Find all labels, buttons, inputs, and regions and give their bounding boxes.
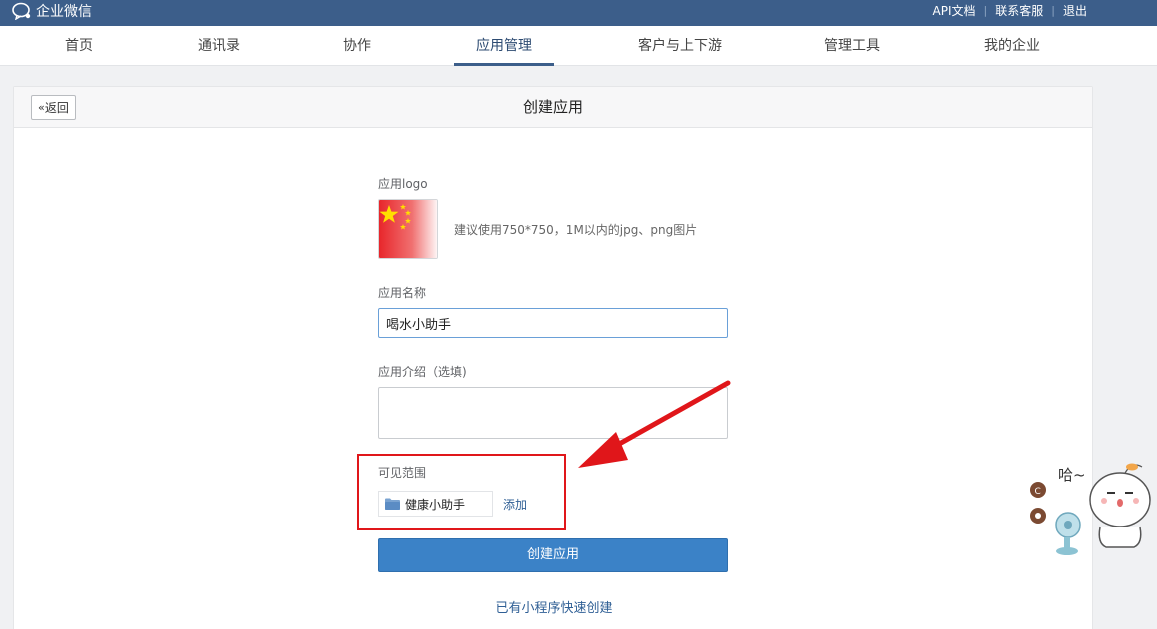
nav-admin-tools[interactable]: 管理工具: [818, 26, 886, 66]
logo-label: 应用logo: [378, 177, 428, 191]
nav-contacts[interactable]: 通讯录: [190, 26, 248, 66]
mini-program-create-link[interactable]: 已有小程序快速创建: [378, 597, 730, 616]
nav-customers[interactable]: 客户与上下游: [630, 26, 730, 66]
brand-name: 企业微信: [36, 4, 92, 20]
app-logo-upload[interactable]: [378, 199, 438, 259]
nav-home[interactable]: 首页: [50, 26, 108, 66]
page-title: 创建应用: [522, 98, 583, 116]
logo-row: 建议使用750*750，1M以内的jpg、png图片: [378, 199, 730, 259]
svg-text:哈~: 哈~: [1058, 466, 1086, 484]
top-bar: 企业微信 API文档 | 联系客服 | 退出: [0, 0, 1157, 26]
main-nav: 首页 通讯录 协作 应用管理 客户与上下游 管理工具 我的企业: [0, 26, 1157, 66]
api-docs-link[interactable]: API文档: [925, 2, 984, 19]
brand[interactable]: 企业微信: [12, 0, 92, 22]
intro-label: 应用介绍（选填): [378, 365, 467, 379]
logo-hint: 建议使用750*750，1M以内的jpg、png图片: [454, 222, 698, 237]
mascot-sticker: C 哈~: [1030, 463, 1151, 555]
annotation-highlight-box: [357, 454, 566, 530]
create-app-button[interactable]: 创建应用: [378, 538, 728, 572]
chat-bubble-icon: [12, 2, 31, 20]
nav-my-company[interactable]: 我的企业: [978, 26, 1046, 66]
contact-support-link[interactable]: 联系客服: [987, 2, 1051, 19]
name-label: 应用名称: [378, 286, 427, 300]
app-name-input[interactable]: 喝水小助手: [378, 308, 728, 338]
top-links: API文档 | 联系客服 | 退出: [925, 0, 1095, 20]
card-header: ‹‹ 返回 创建应用: [14, 87, 1092, 128]
china-flag-logo: [379, 200, 437, 258]
create-app-card: ‹‹ 返回 创建应用 应用logo 建议使用750*750，1M以内的jpg、p…: [13, 86, 1093, 629]
svg-text:C: C: [1035, 487, 1041, 497]
logout-link[interactable]: 退出: [1055, 2, 1095, 19]
nav-collaboration[interactable]: 协作: [328, 26, 386, 66]
annotation-arrow: [578, 380, 731, 468]
nav-app-management[interactable]: 应用管理: [454, 26, 554, 66]
